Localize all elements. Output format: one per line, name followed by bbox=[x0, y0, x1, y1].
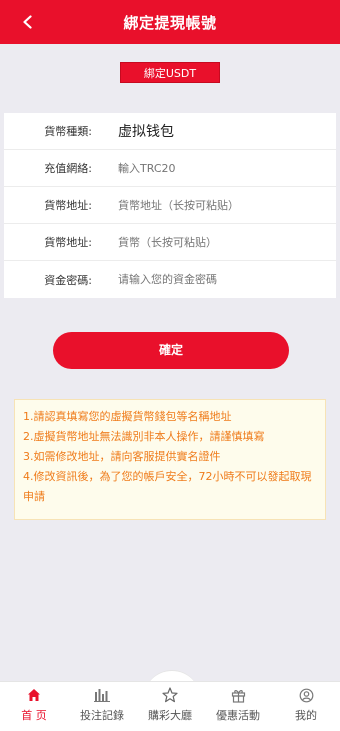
bind-account-form: 貨幣種類: 虚拟钱包 充值網絡: 貨幣地址: 貨幣地址: 資金密碼: bbox=[4, 113, 336, 298]
fund-password-label: 資金密碼: bbox=[44, 273, 92, 287]
address-confirm-input[interactable] bbox=[118, 235, 336, 249]
tab-promotions[interactable]: 優惠活動 bbox=[204, 682, 272, 731]
currency-type-label: 貨幣種類: bbox=[44, 125, 92, 138]
home-icon bbox=[26, 687, 42, 703]
user-icon bbox=[298, 687, 314, 703]
notice-line: 2.虛擬貨幣地址無法識別非本人操作，請謹慎填寫 bbox=[23, 430, 265, 443]
network-label: 充值網絡: bbox=[44, 162, 92, 175]
tab-promotions-label: 優惠活動 bbox=[216, 709, 260, 722]
confirm-button[interactable]: 確定 bbox=[53, 332, 289, 369]
address-row: 貨幣地址: bbox=[4, 187, 336, 224]
bar-chart-icon bbox=[94, 687, 110, 703]
tag-wrap: 綁定USDT bbox=[0, 62, 340, 83]
gift-icon bbox=[230, 687, 246, 703]
bind-usdt-tab[interactable]: 綁定USDT bbox=[120, 62, 220, 83]
address-confirm-label: 貨幣地址: bbox=[44, 236, 92, 249]
network-row: 充值網絡: bbox=[4, 150, 336, 187]
address-label: 貨幣地址: bbox=[44, 199, 92, 212]
network-input[interactable] bbox=[118, 161, 336, 175]
tab-mine[interactable]: 我的 bbox=[272, 682, 340, 731]
tab-mine-label: 我的 bbox=[295, 709, 317, 722]
currency-type-value[interactable]: 虚拟钱包 bbox=[118, 121, 336, 141]
notice-line: 3.如需修改地址，請向客服提供實名證件 bbox=[23, 450, 221, 463]
back-button[interactable] bbox=[16, 10, 40, 34]
tab-bet-records-label: 投注記錄 bbox=[80, 709, 124, 722]
top-bar: 綁定提現帳號 bbox=[0, 0, 340, 44]
page-title: 綁定提現帳號 bbox=[123, 13, 217, 32]
currency-type-row: 貨幣種類: 虚拟钱包 bbox=[4, 113, 336, 150]
tab-home-label: 首 页 bbox=[21, 709, 47, 722]
tab-lottery-hall-label: 購彩大廳 bbox=[148, 709, 192, 722]
star-icon bbox=[162, 687, 178, 703]
fund-password-row: 資金密碼: bbox=[4, 261, 336, 298]
tab-bet-records[interactable]: 投注記錄 bbox=[68, 682, 136, 731]
address-input[interactable] bbox=[118, 198, 336, 212]
bottom-tab-bar: 首 页 投注記錄 購彩大廳 優惠活動 我的 bbox=[0, 681, 340, 731]
notice-line: 4.修改資訊後，為了您的帳戶安全，72小時不可以發起取現申請 bbox=[23, 470, 312, 503]
fund-password-input[interactable] bbox=[118, 273, 336, 286]
address-confirm-row: 貨幣地址: bbox=[4, 224, 336, 261]
tab-lottery-hall[interactable]: 購彩大廳 bbox=[136, 682, 204, 731]
notice-line: 1.請認真填寫您的虛擬貨幣錢包等名稱地址 bbox=[23, 410, 232, 423]
tab-home[interactable]: 首 页 bbox=[0, 682, 68, 731]
chevron-left-icon bbox=[23, 15, 32, 29]
notice-box: 1.請認真填寫您的虛擬貨幣錢包等名稱地址 2.虛擬貨幣地址無法識別非本人操作，請… bbox=[14, 399, 326, 520]
